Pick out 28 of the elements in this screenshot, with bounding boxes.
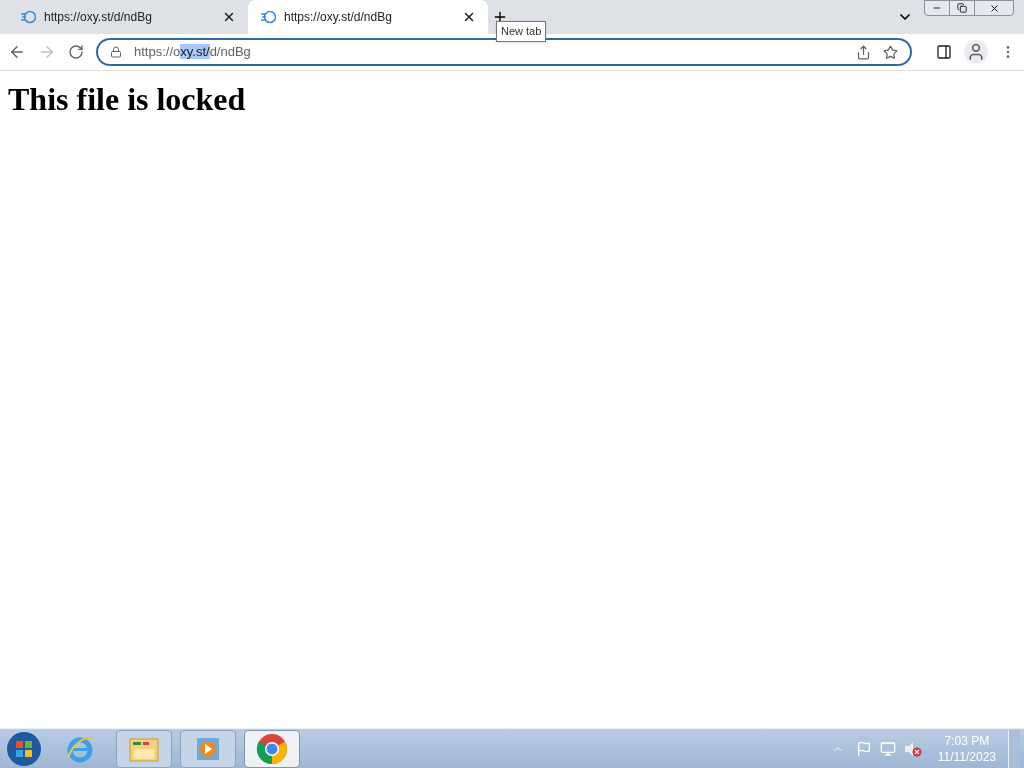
profile-icon[interactable] xyxy=(964,40,988,64)
folder-icon xyxy=(129,735,159,762)
browser-tab[interactable]: https://oxy.st/d/ndBg xyxy=(248,0,488,34)
favicon-icon xyxy=(20,9,36,25)
bookmark-star-icon[interactable] xyxy=(883,44,898,60)
url-text: https://oxy.st/d/ndBg xyxy=(134,43,252,62)
restore-button[interactable] xyxy=(950,0,974,16)
tab-title: https://oxy.st/d/ndBg xyxy=(44,9,153,26)
close-icon xyxy=(988,2,1000,14)
close-icon[interactable] xyxy=(222,10,236,24)
address-bar[interactable]: https://oxy.st/d/ndBg xyxy=(96,38,912,66)
browser-tab[interactable]: https://oxy.st/d/ndBg xyxy=(8,0,248,34)
start-button[interactable] xyxy=(4,729,44,768)
lock-icon xyxy=(110,46,122,58)
restore-icon xyxy=(957,3,967,13)
share-icon[interactable] xyxy=(856,44,871,60)
close-icon[interactable] xyxy=(462,10,476,24)
tab-title: https://oxy.st/d/ndBg xyxy=(284,9,393,26)
taskbar-app[interactable] xyxy=(244,729,300,768)
muted-speaker-icon[interactable] xyxy=(903,740,922,757)
back-icon[interactable] xyxy=(8,43,26,61)
tooltip: New tab xyxy=(496,21,547,42)
side-panel-icon[interactable] xyxy=(936,44,952,60)
play-icon xyxy=(195,735,221,762)
reload-icon[interactable] xyxy=(68,44,84,60)
favicon-icon xyxy=(260,9,276,25)
chrome-logo-icon xyxy=(256,732,288,765)
page-heading: This file is locked xyxy=(8,80,247,119)
